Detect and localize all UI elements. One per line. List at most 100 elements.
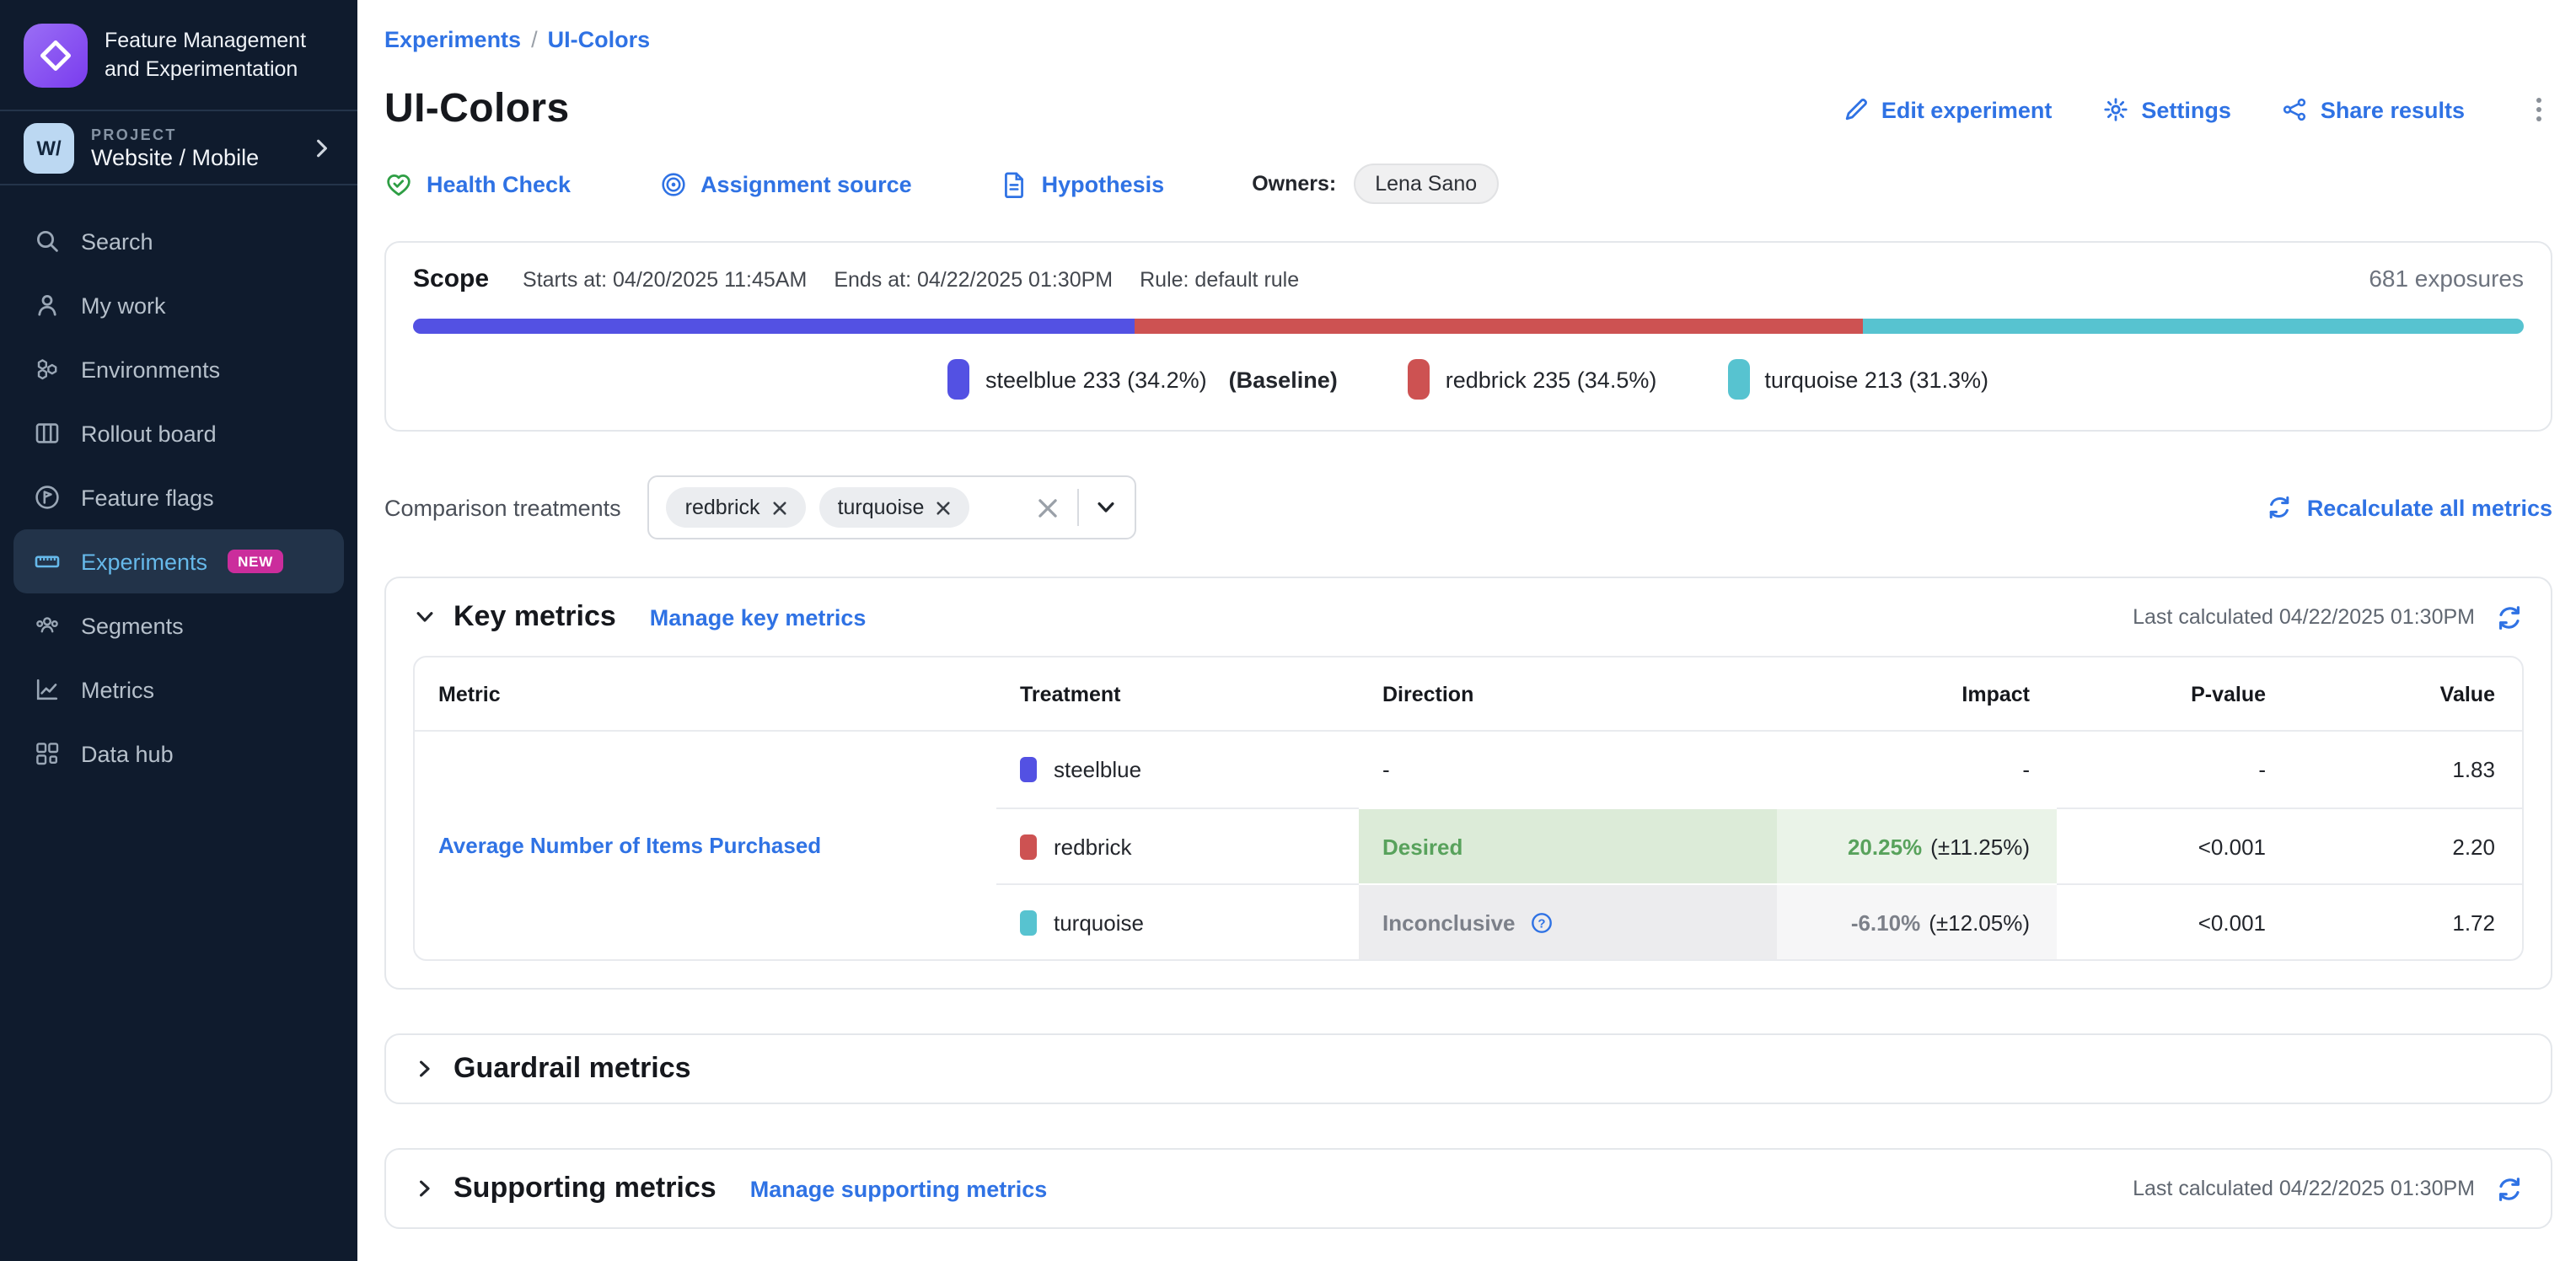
exposure-segment-turquoise <box>1863 319 2524 334</box>
treatment-cell-steelblue: steelblue <box>996 732 1359 808</box>
document-icon <box>1000 169 1028 198</box>
exposure-segment-steelblue <box>413 319 1135 334</box>
new-badge: NEW <box>228 550 283 573</box>
manage-key-metrics-link[interactable]: Manage key metrics <box>650 604 867 630</box>
sidebar-item-experiments[interactable]: Experiments NEW <box>13 529 344 593</box>
scope-starts-at: Starts at: 04/20/2025 11:45AM <box>523 268 807 292</box>
flag-circle-icon <box>34 484 61 511</box>
exposure-legend: steelblue 233 (34.2%) (Baseline) redbric… <box>413 359 2524 400</box>
gear-icon <box>2102 96 2129 123</box>
assignment-source-link[interactable]: Assignment source <box>658 169 912 198</box>
scope-title: Scope <box>413 265 489 293</box>
redbrick-swatch <box>1020 834 1037 859</box>
project-switcher[interactable]: W/ PROJECT Website / Mobile <box>0 111 357 185</box>
metric-name-cell: Average Number of Items Purchased <box>415 732 996 959</box>
exposure-segment-redbrick <box>1135 319 1863 334</box>
sidebar-item-feature-flags[interactable]: Feature flags <box>13 465 344 529</box>
remove-chip-icon[interactable] <box>772 500 787 515</box>
help-question-icon[interactable]: ? <box>1529 910 1554 935</box>
collapse-chevron-down-icon[interactable] <box>413 605 437 629</box>
p-value-cell: <0.001 <box>2057 883 2293 959</box>
chevron-right-icon <box>310 136 334 159</box>
treatment-cell-turquoise: turquoise <box>996 883 1359 959</box>
sidebar-item-rollout-board[interactable]: Rollout board <box>13 401 344 465</box>
expand-chevron-right-icon[interactable] <box>413 1057 437 1081</box>
sidebar-item-label: Segments <box>81 613 184 638</box>
turquoise-swatch <box>1727 359 1749 400</box>
supporting-metrics-title: Supporting metrics <box>453 1172 716 1205</box>
key-metrics-table: Metric Treatment Direction Impact P-valu… <box>413 656 2524 961</box>
owner-pill[interactable]: Lena Sano <box>1353 164 1499 204</box>
chip-turquoise: turquoise <box>819 487 970 528</box>
sidebar-item-search[interactable]: Search <box>13 209 344 273</box>
redbrick-swatch <box>1409 359 1430 400</box>
supporting-metrics-card: Supporting metrics Manage supporting met… <box>384 1148 2552 1229</box>
column-header-treatment: Treatment <box>996 657 1359 732</box>
health-check-link[interactable]: Health Check <box>384 169 571 198</box>
scope-rule: Rule: default rule <box>1140 268 1299 292</box>
refresh-icon[interactable] <box>2495 1174 2524 1203</box>
recalculate-all-metrics-button[interactable]: Recalculate all metrics <box>2267 494 2552 521</box>
sidebar-item-my-work[interactable]: My work <box>13 273 344 337</box>
project-name: Website / Mobile <box>91 144 293 169</box>
column-header-impact: Impact <box>1777 657 2057 732</box>
metric-link[interactable]: Average Number of Items Purchased <box>438 833 821 858</box>
more-options-button[interactable] <box>2525 94 2552 125</box>
breadcrumb-current-link[interactable]: UI-Colors <box>548 27 651 52</box>
refresh-icon[interactable] <box>2495 603 2524 631</box>
sidebar-item-environments[interactable]: Environments <box>13 337 344 401</box>
exposure-bar <box>413 319 2524 334</box>
sidebar-item-data-hub[interactable]: Data hub <box>13 722 344 786</box>
comparison-row: Comparison treatments redbrick turquoise… <box>384 475 2552 539</box>
key-metrics-last-calculated: Last calculated 04/22/2025 01:30PM <box>2133 603 2524 631</box>
steelblue-swatch <box>1020 757 1037 782</box>
sidebar-item-label: My work <box>81 292 166 318</box>
people-icon <box>34 612 61 639</box>
scope-header: Scope Starts at: 04/20/2025 11:45AM Ends… <box>413 265 2524 293</box>
key-metrics-card: Key metrics Manage key metrics Last calc… <box>384 577 2552 990</box>
breadcrumb: Experiments/UI-Colors <box>384 27 2552 52</box>
title-row: UI-Colors Edit experiment Settings Share… <box>384 86 2552 133</box>
sidebar-item-label: Metrics <box>81 677 154 702</box>
project-badge: W/ <box>24 122 74 173</box>
share-results-button[interactable]: Share results <box>2282 96 2465 123</box>
refresh-icon <box>2267 494 2294 521</box>
impact-cell: 20.25% (±11.25%) <box>1777 808 2057 883</box>
app-window: Feature Management and Experimentation W… <box>0 0 2576 1261</box>
svg-text:?: ? <box>1538 915 1545 930</box>
sidebar-item-label: Feature flags <box>81 485 214 510</box>
manage-supporting-metrics-link[interactable]: Manage supporting metrics <box>750 1176 1048 1201</box>
line-chart-icon <box>34 676 61 703</box>
select-divider <box>1078 489 1080 526</box>
direction-cell: - <box>1359 732 1777 808</box>
hypothesis-link[interactable]: Hypothesis <box>1000 169 1165 198</box>
settings-button[interactable]: Settings <box>2102 96 2231 123</box>
guardrail-metrics-card: Guardrail metrics <box>384 1033 2552 1104</box>
legend-item-steelblue: steelblue 233 (34.2%) (Baseline) <box>948 359 1338 400</box>
guardrail-metrics-title: Guardrail metrics <box>453 1052 691 1086</box>
steelblue-swatch <box>948 359 970 400</box>
scope-ends-at: Ends at: 04/22/2025 01:30PM <box>834 268 1113 292</box>
clear-selection-icon[interactable] <box>1038 496 1060 518</box>
search-icon <box>34 228 61 255</box>
treatments-select[interactable]: redbrick turquoise <box>648 475 1137 539</box>
sidebar-item-segments[interactable]: Segments <box>13 593 344 657</box>
chip-redbrick: redbrick <box>667 487 806 528</box>
sidebar-item-metrics[interactable]: Metrics <box>13 657 344 722</box>
expand-chevron-right-icon[interactable] <box>413 1177 437 1200</box>
main-content: Experiments/UI-Colors UI-Colors Edit exp… <box>357 0 2576 1261</box>
comparison-label: Comparison treatments <box>384 495 621 520</box>
app-logo-block[interactable]: Feature Management and Experimentation <box>0 0 357 111</box>
hexagons-icon <box>34 356 61 383</box>
chevron-down-icon[interactable] <box>1095 496 1119 519</box>
ruler-icon <box>34 548 61 575</box>
remove-chip-icon[interactable] <box>936 500 951 515</box>
breadcrumb-experiments-link[interactable]: Experiments <box>384 27 521 52</box>
project-label: PROJECT <box>91 126 293 142</box>
edit-experiment-button[interactable]: Edit experiment <box>1843 96 2053 123</box>
sidebar: Feature Management and Experimentation W… <box>0 0 357 1261</box>
p-value-cell: <0.001 <box>2057 808 2293 883</box>
sidebar-item-label: Rollout board <box>81 421 217 446</box>
title-actions: Edit experiment Settings Share results <box>1843 94 2552 125</box>
sidebar-nav: Search My work Environments Rollout boar… <box>0 185 357 786</box>
